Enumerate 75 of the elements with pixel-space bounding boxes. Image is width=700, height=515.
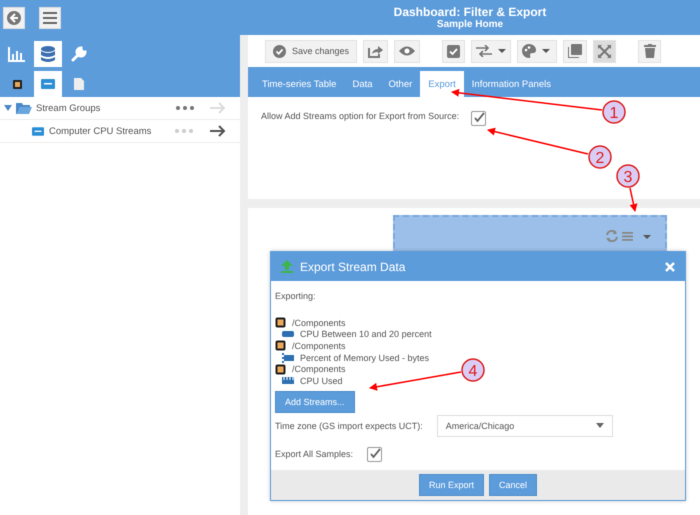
share-button[interactable] [363,40,388,62]
trash-icon [644,44,656,58]
stream-icon [41,79,55,89]
chip-icon [275,317,286,328]
tab[interactable]: Time-series Table [254,71,344,97]
chip-icon [275,364,286,375]
back-button[interactable] [3,6,25,28]
component-path: /Components [292,318,346,328]
tree-item-label[interactable]: Computer CPU Streams [49,126,170,136]
chip-icon [12,78,22,90]
dashboard-title: Dashboard: Filter & Export [394,6,546,19]
delete-button[interactable] [638,40,662,62]
stream-icon [282,331,294,338]
callout-badge: 4 [461,358,485,382]
callout-badge: 1 [602,100,626,124]
dashboard-subtitle: Sample Home [436,19,504,31]
stream-icon [32,126,44,136]
caret-down-icon[interactable] [4,105,12,111]
swap-icon [476,45,506,57]
expand-icon [598,44,612,58]
palette-dropdown-button[interactable] [517,40,558,62]
swap-dropdown-button[interactable] [471,40,512,62]
callout-badge: 2 [588,145,612,169]
folder-icon [16,102,32,114]
stream-icon [282,352,294,363]
chip-icon [275,340,286,352]
share-icon [368,44,384,58]
back-icon [6,10,22,26]
database-icon [41,46,55,62]
wrench-icon [71,46,87,62]
stream-name: CPU Used [300,376,343,386]
more-icon[interactable] [176,106,194,110]
select-button[interactable] [442,40,466,62]
bar-chart-icon [8,46,26,62]
download-icon [281,260,293,273]
timezone-label: Time zone (GS import expects UCT): [275,420,423,431]
menu-icon [43,12,57,24]
copy-button[interactable] [563,40,588,62]
checkbox[interactable] [367,446,382,462]
tab[interactable]: Other [380,71,420,97]
tab[interactable]: Information Panels [464,71,559,97]
dialog-title: Export Stream Data [300,260,406,274]
add-streams-button[interactable]: Add Streams... [275,390,355,413]
arrow-right-icon[interactable] [210,125,226,137]
component-path: /Components [292,364,346,374]
check-circle-icon [273,44,286,58]
callout-arrow [629,188,638,212]
fullscreen-button[interactable] [593,40,616,62]
sidebar-tab[interactable] [34,41,62,67]
eye-icon [399,46,416,56]
component-path: /Components [292,340,346,351]
tab[interactable]: Data [344,71,381,97]
exporting-label: Exporting: [275,291,316,301]
copy-icon [568,44,582,58]
menu-button[interactable] [39,6,61,28]
palette-icon [522,44,552,58]
stream-icon [282,377,294,384]
dialog-button[interactable]: Cancel [489,474,538,496]
tree-item-label[interactable]: Stream Groups [36,102,172,114]
option-label: Allow Add Streams option for Export from Source: [261,111,460,121]
close-icon[interactable] [665,262,675,272]
save-button[interactable]: Save changes [265,40,358,62]
dialog-button[interactable]: Run Export [418,474,484,496]
callout-badge: 3 [616,164,640,188]
sidebar-tab[interactable] [34,71,62,97]
document-icon [74,78,84,90]
stream-name: CPU Between 10 and 20 percent [300,329,432,340]
timezone-select[interactable]: America/Chicago [436,414,613,437]
preview-button[interactable] [394,40,420,62]
checkbox[interactable] [471,111,486,126]
stream-name: Percent of Memory Used - bytes [300,352,430,363]
tab[interactable]: Export [420,71,464,97]
checkbox-icon [447,44,460,58]
export-all-label: Export All Samples: [275,449,354,460]
caret-down-icon [596,423,604,428]
